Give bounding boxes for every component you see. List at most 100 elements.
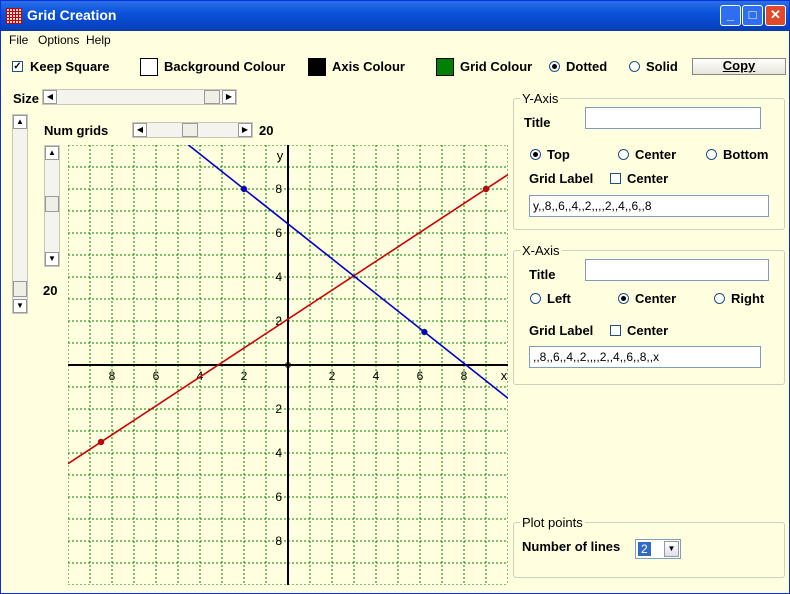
app-window: Grid Creation _ □ ✕ File Options Help ✓ …: [0, 0, 790, 594]
side-scrollbar[interactable]: ▲ ▼: [12, 114, 28, 314]
y-tick-label: 2: [275, 402, 282, 416]
y-grid-center-checkbox[interactable]: [610, 173, 621, 184]
series-point: [421, 328, 428, 336]
grid-chart: 8642246886422468xy: [67, 48, 509, 586]
scroll-down-arrow-icon[interactable]: ▼: [45, 252, 59, 266]
menu-help[interactable]: Help: [86, 33, 111, 47]
title-bar[interactable]: Grid Creation _ □ ✕: [1, 1, 789, 31]
copy-button-label: Copy: [722, 58, 756, 73]
size-scrollbar[interactable]: ◀ ▶: [42, 89, 237, 105]
y-labels-input[interactable]: y,,8,,6,,4,,2,,,,2,,4,,6,,8: [529, 195, 769, 217]
plot-points-group-title: Plot points: [520, 515, 585, 530]
solid-radio[interactable]: [629, 61, 640, 72]
y-title-input[interactable]: [585, 107, 761, 129]
copy-button[interactable]: Copy: [692, 58, 786, 75]
y-tick-label: 6: [275, 490, 282, 504]
scroll-right-arrow-icon[interactable]: ▶: [238, 123, 252, 137]
y-tick-label: 8: [275, 182, 282, 196]
scroll-left-arrow-icon[interactable]: ◀: [43, 90, 57, 104]
plot-scroll-thumb[interactable]: [45, 196, 59, 212]
y-center-label: Center: [635, 147, 677, 162]
window-title: Grid Creation: [27, 7, 117, 23]
scroll-right-arrow-icon[interactable]: ▶: [222, 90, 236, 104]
x-right-radio[interactable]: [714, 293, 725, 304]
grid-colour-swatch[interactable]: [436, 58, 454, 76]
axis-colour-swatch[interactable]: [308, 58, 326, 76]
x-right-label: Right: [731, 291, 765, 306]
number-of-lines-label: Number of lines: [522, 539, 621, 554]
x-tick-label: 6: [153, 369, 160, 383]
x-tick-label: 8: [461, 369, 468, 383]
x-axis-label: x: [501, 368, 508, 383]
y-top-radio[interactable]: [530, 149, 541, 160]
axis-colour-label[interactable]: Axis Colour: [332, 59, 405, 74]
solid-label: Solid: [646, 59, 678, 74]
x-tick-label: 8: [109, 369, 116, 383]
keep-square-checkbox[interactable]: ✓: [12, 61, 23, 72]
plot-vertical-scrollbar[interactable]: ▲ ▼: [44, 145, 60, 267]
grid-app-icon: [6, 8, 22, 24]
x-labels-input[interactable]: ,,8,,6,,4,,2,,,,2,,4,,6,,8,,x: [529, 346, 761, 368]
y-grid-label-label: Grid Label: [529, 171, 594, 186]
menu-options[interactable]: Options: [38, 33, 79, 47]
side-scroll-thumb[interactable]: [13, 281, 27, 297]
x-center-label: Center: [635, 291, 677, 306]
y-grid-center-label: Center: [627, 171, 669, 186]
series-point: [240, 185, 248, 193]
maximize-icon: □: [748, 7, 757, 22]
scroll-left-arrow-icon[interactable]: ◀: [133, 123, 147, 137]
x-tick-label: 2: [241, 369, 248, 383]
x-grid-center-checkbox[interactable]: [610, 325, 621, 336]
x-grid-label-label: Grid Label: [529, 323, 594, 338]
y-axis-group-title: Y-Axis: [520, 91, 561, 106]
maximize-button[interactable]: □: [742, 5, 763, 26]
size-label: Size: [13, 91, 40, 106]
size-scroll-thumb[interactable]: [204, 90, 220, 104]
x-tick-label: 4: [373, 369, 380, 383]
background-colour-label[interactable]: Background Colour: [164, 59, 285, 74]
side-value: 20: [43, 283, 58, 298]
y-title-label: Title: [524, 115, 551, 130]
y-tick-label: 4: [275, 446, 282, 460]
scroll-down-arrow-icon[interactable]: ▼: [13, 299, 27, 313]
background-colour-swatch[interactable]: [140, 58, 158, 76]
x-grid-center-label: Center: [627, 323, 669, 338]
series-point: [97, 438, 105, 446]
grid-colour-label[interactable]: Grid Colour: [460, 59, 532, 74]
dotted-label: Dotted: [566, 59, 608, 74]
x-tick-label: 2: [329, 369, 336, 383]
scroll-up-arrow-icon[interactable]: ▲: [45, 146, 59, 160]
close-icon: ✕: [770, 7, 781, 22]
x-center-radio[interactable]: [618, 293, 629, 304]
dotted-radio[interactable]: [549, 61, 560, 72]
x-left-label: Left: [547, 291, 571, 306]
y-bottom-label: Bottom: [723, 147, 769, 162]
num-grids-label: Num grids: [44, 123, 109, 138]
number-of-lines-select[interactable]: 2 ▼: [635, 539, 681, 559]
y-tick-label: 8: [275, 534, 282, 548]
num-grids-scroll-thumb[interactable]: [182, 123, 198, 137]
y-center-radio[interactable]: [618, 149, 629, 160]
minimize-icon: _: [726, 7, 735, 22]
x-title-label: Title: [529, 267, 556, 282]
number-of-lines-value: 2: [638, 542, 651, 556]
y-tick-label: 6: [275, 226, 282, 240]
x-tick-label: 6: [417, 369, 424, 383]
keep-square-label: Keep Square: [30, 59, 110, 74]
minimize-button[interactable]: _: [720, 5, 741, 26]
dropdown-arrow-icon[interactable]: ▼: [664, 541, 679, 557]
y-tick-label: 4: [275, 270, 282, 284]
num-grids-value: 20: [259, 123, 274, 138]
num-grids-scrollbar[interactable]: ◀ ▶: [132, 122, 253, 138]
y-top-label: Top: [547, 147, 570, 162]
y-axis-label: y: [277, 148, 284, 163]
scroll-up-arrow-icon[interactable]: ▲: [13, 115, 27, 129]
grid-plot: 8642246886422468xy: [67, 48, 509, 586]
series-point: [482, 185, 490, 193]
menu-file[interactable]: File: [9, 33, 28, 47]
x-left-radio[interactable]: [530, 293, 541, 304]
x-axis-group-title: X-Axis: [520, 243, 562, 258]
y-bottom-radio[interactable]: [706, 149, 717, 160]
x-title-input[interactable]: [585, 259, 769, 281]
close-button[interactable]: ✕: [765, 5, 786, 26]
